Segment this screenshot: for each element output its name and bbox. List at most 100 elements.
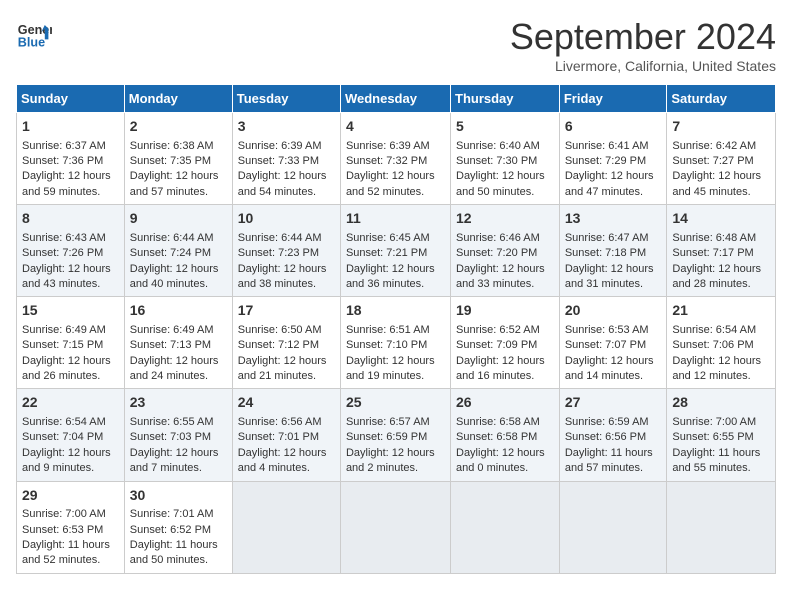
calendar-cell: 3Sunrise: 6:39 AMSunset: 7:33 PMDaylight… — [232, 113, 340, 205]
daylight-text: Daylight: 12 hours and 59 minutes. — [22, 169, 119, 200]
day-number: 21 — [672, 301, 770, 321]
calendar-cell: 24Sunrise: 6:56 AMSunset: 7:01 PMDayligh… — [232, 389, 340, 481]
sunrise-text: Sunrise: 6:49 AM — [130, 323, 227, 338]
calendar-cell: 17Sunrise: 6:50 AMSunset: 7:12 PMDayligh… — [232, 297, 340, 389]
sunset-text: Sunset: 7:13 PM — [130, 338, 227, 353]
day-number: 9 — [130, 209, 227, 229]
header: General Blue September 2024 Livermore, C… — [16, 16, 776, 74]
sunset-text: Sunset: 7:01 PM — [238, 430, 335, 445]
daylight-text: Daylight: 12 hours and 19 minutes. — [346, 354, 445, 385]
calendar-cell: 5Sunrise: 6:40 AMSunset: 7:30 PMDaylight… — [451, 113, 560, 205]
calendar-cell: 12Sunrise: 6:46 AMSunset: 7:20 PMDayligh… — [451, 205, 560, 297]
day-number: 12 — [456, 209, 554, 229]
daylight-text: Daylight: 12 hours and 9 minutes. — [22, 446, 119, 477]
calendar-week-row: 1Sunrise: 6:37 AMSunset: 7:36 PMDaylight… — [17, 113, 776, 205]
sunrise-text: Sunrise: 6:42 AM — [672, 139, 770, 154]
day-number: 16 — [130, 301, 227, 321]
calendar-header-row: SundayMondayTuesdayWednesdayThursdayFrid… — [17, 85, 776, 113]
sunset-text: Sunset: 7:06 PM — [672, 338, 770, 353]
calendar-cell: 10Sunrise: 6:44 AMSunset: 7:23 PMDayligh… — [232, 205, 340, 297]
calendar-cell: 22Sunrise: 6:54 AMSunset: 7:04 PMDayligh… — [17, 389, 125, 481]
sunrise-text: Sunrise: 6:53 AM — [565, 323, 662, 338]
day-number: 17 — [238, 301, 335, 321]
calendar-week-row: 8Sunrise: 6:43 AMSunset: 7:26 PMDaylight… — [17, 205, 776, 297]
calendar-cell — [340, 481, 450, 573]
calendar-cell: 23Sunrise: 6:55 AMSunset: 7:03 PMDayligh… — [124, 389, 232, 481]
day-number: 3 — [238, 117, 335, 137]
daylight-text: Daylight: 12 hours and 2 minutes. — [346, 446, 445, 477]
title-area: September 2024 Livermore, California, Un… — [510, 16, 776, 74]
sunrise-text: Sunrise: 6:57 AM — [346, 415, 445, 430]
daylight-text: Daylight: 12 hours and 50 minutes. — [456, 169, 554, 200]
logo: General Blue — [16, 16, 52, 52]
daylight-text: Daylight: 12 hours and 43 minutes. — [22, 262, 119, 293]
sunrise-text: Sunrise: 6:39 AM — [346, 139, 445, 154]
day-number: 29 — [22, 486, 119, 506]
sunrise-text: Sunrise: 6:43 AM — [22, 231, 119, 246]
calendar-subtitle: Livermore, California, United States — [510, 58, 776, 74]
daylight-text: Daylight: 12 hours and 24 minutes. — [130, 354, 227, 385]
sunrise-text: Sunrise: 6:50 AM — [238, 323, 335, 338]
sunrise-text: Sunrise: 6:38 AM — [130, 139, 227, 154]
calendar-cell: 28 Sunrise: 7:00 AMSunset: 6:55 PMDayligh… — [667, 389, 776, 481]
sunrise-text: Sunrise: 6:46 AM — [456, 231, 554, 246]
sunset-text: Sunset: 7:12 PM — [238, 338, 335, 353]
day-number: 6 — [565, 117, 662, 137]
sunset-text: Sunset: 6:55 PM — [672, 430, 770, 445]
daylight-text: Daylight: 12 hours and 4 minutes. — [238, 446, 335, 477]
calendar-cell: 20Sunrise: 6:53 AMSunset: 7:07 PMDayligh… — [559, 297, 667, 389]
daylight-text: Daylight: 12 hours and 7 minutes. — [130, 446, 227, 477]
sunrise-text: Sunrise: 6:45 AM — [346, 231, 445, 246]
sunrise-text: Sunrise: 6:44 AM — [238, 231, 335, 246]
calendar-body: 1Sunrise: 6:37 AMSunset: 7:36 PMDaylight… — [17, 113, 776, 574]
day-header-thursday: Thursday — [451, 85, 560, 113]
day-header-tuesday: Tuesday — [232, 85, 340, 113]
sunset-text: Sunset: 6:56 PM — [565, 430, 662, 445]
sunset-text: Sunset: 7:27 PM — [672, 154, 770, 169]
sunset-text: Sunset: 7:20 PM — [456, 246, 554, 261]
day-number: 19 — [456, 301, 554, 321]
sunrise-text: Sunrise: 6:52 AM — [456, 323, 554, 338]
calendar-cell: 18Sunrise: 6:51 AMSunset: 7:10 PMDayligh… — [340, 297, 450, 389]
daylight-text: Daylight: 12 hours and 31 minutes. — [565, 262, 662, 293]
daylight-text: Daylight: 12 hours and 40 minutes. — [130, 262, 227, 293]
day-number: 14 — [672, 209, 770, 229]
calendar-cell: 13Sunrise: 6:47 AMSunset: 7:18 PMDayligh… — [559, 205, 667, 297]
day-number: 15 — [22, 301, 119, 321]
calendar-cell: 15Sunrise: 6:49 AMSunset: 7:15 PMDayligh… — [17, 297, 125, 389]
calendar-week-row: 15 Sunrise: 6:49 AM Sunset: 7:15 PM Dayligh… — [17, 297, 776, 389]
sunset-text: Sunset: 7:36 PM — [22, 154, 119, 169]
day-number: 28 — [672, 393, 770, 413]
sunrise-text: Sunrise: 6:54 AM — [672, 323, 770, 338]
sunset-text: Sunset: 6:53 PM — [22, 523, 119, 538]
daylight-text: Daylight: 12 hours and 14 minutes. — [565, 354, 662, 385]
sunset-text: Sunset: 7:15 PM — [22, 338, 119, 353]
daylight-text: Daylight: 11 hours and 52 minutes. — [22, 538, 119, 569]
day-number: 11 — [346, 209, 445, 229]
sunrise-text: Sunrise: 7:00 AM — [672, 415, 770, 430]
calendar-week-row: 22Sunrise: 6:54 AMSunset: 7:04 PMDayligh… — [17, 389, 776, 481]
sunrise-text: Sunrise: 6:41 AM — [565, 139, 662, 154]
calendar-cell: 30Sunrise: 7:01 AMSunset: 6:52 PMDayligh… — [124, 481, 232, 573]
day-number: 5 — [456, 117, 554, 137]
daylight-text: Daylight: 12 hours and 52 minutes. — [346, 169, 445, 200]
calendar-cell: 11Sunrise: 6:45 AMSunset: 7:21 PMDayligh… — [340, 205, 450, 297]
sunrise-text: Sunrise: 6:44 AM — [130, 231, 227, 246]
sunset-text: Sunset: 7:04 PM — [22, 430, 119, 445]
calendar-cell: 9Sunrise: 6:44 AMSunset: 7:24 PMDaylight… — [124, 205, 232, 297]
calendar-cell — [667, 481, 776, 573]
calendar-cell: 8Sunrise: 6:43 AMSunset: 7:26 PMDaylight… — [17, 205, 125, 297]
daylight-text: Daylight: 12 hours and 16 minutes. — [456, 354, 554, 385]
day-number: 22 — [22, 393, 119, 413]
day-number: 10 — [238, 209, 335, 229]
sunrise-text: Sunrise: 6:39 AM — [238, 139, 335, 154]
sunrise-text: Sunrise: 6:47 AM — [565, 231, 662, 246]
day-number: 25 — [346, 393, 445, 413]
day-number: 2 — [130, 117, 227, 137]
day-header-friday: Friday — [559, 85, 667, 113]
daylight-text: Daylight: 11 hours and 55 minutes. — [672, 446, 770, 477]
daylight-text: Daylight: 12 hours and 36 minutes. — [346, 262, 445, 293]
sunrise-text: Sunrise: 6:59 AM — [565, 415, 662, 430]
day-number: 1 — [22, 117, 119, 137]
day-number: 27 — [565, 393, 662, 413]
